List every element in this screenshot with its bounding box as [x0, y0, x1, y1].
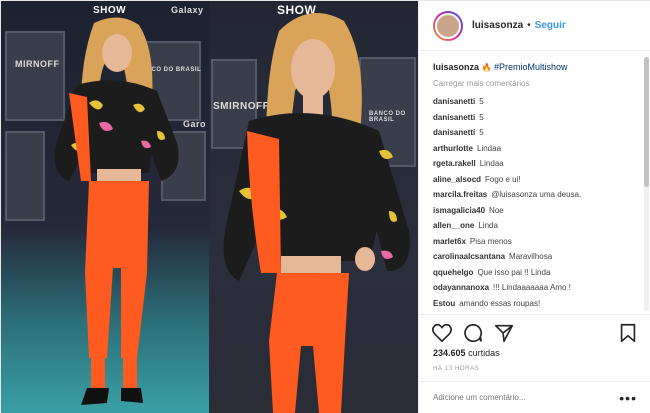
- comment-row: odayannanoxa !!! Lindaaaaaaa Amo !: [433, 280, 629, 296]
- comment-username[interactable]: qquehelgo: [433, 268, 473, 277]
- photo-right-panel: SMIRNOFF BANCO DO BRASIL SHOW: [209, 1, 418, 413]
- comment-username[interactable]: danisanetti: [433, 113, 475, 122]
- comment-row: danisanetti 5: [433, 94, 629, 110]
- comment-username[interactable]: odayannanoxa: [433, 283, 489, 292]
- scrollbar-thumb[interactable]: [644, 57, 649, 187]
- comment-text: 5: [479, 128, 484, 137]
- comment-username[interactable]: marlet6x: [433, 237, 466, 246]
- follow-button[interactable]: Seguir: [535, 20, 566, 31]
- comment-text: Lindaa: [477, 143, 502, 153]
- comment-row: arthurlotte Lindaa: [433, 141, 629, 157]
- comment-row: marcila.freitas @luisasonza uma deusa.: [433, 187, 629, 203]
- likes-count[interactable]: 234.605 curtidas: [433, 348, 500, 358]
- comment-row: aline_alsocd Fogo e ui!: [433, 172, 629, 188]
- heart-icon[interactable]: [431, 322, 453, 344]
- comment-username[interactable]: carolinaalcsantana: [433, 252, 505, 261]
- caption: luisasonza 🔥 #PremioMultishow: [433, 62, 629, 72]
- comment-icon[interactable]: [462, 322, 484, 344]
- post-header: luisasonza • Seguir: [419, 1, 650, 51]
- add-comment-input[interactable]: [433, 393, 620, 402]
- comment-text: !!! Lindaaaaaaa Amo !: [493, 283, 571, 292]
- avatar-image: [435, 12, 461, 39]
- caption-hashtag[interactable]: #PremioMultishow: [494, 62, 568, 72]
- share-icon[interactable]: [493, 322, 515, 344]
- comment-text: 5: [479, 112, 484, 122]
- comments-scrollbar[interactable]: [644, 57, 649, 311]
- comment-row: qquehelgo Que isso pai !! Linda: [433, 265, 629, 281]
- comment-text: @luisasonza uma deusa.: [491, 190, 582, 199]
- comment-row: marlet6x Pisa menos: [433, 234, 629, 250]
- photo-left-panel: SHOW Galaxy MIRNOFF BANCO DO BRASIL Garo: [1, 1, 209, 413]
- flame-icon: 🔥: [481, 63, 492, 72]
- post-photo[interactable]: SHOW Galaxy MIRNOFF BANCO DO BRASIL Garo: [1, 1, 418, 413]
- comment-row: allen__one Linda: [433, 218, 629, 234]
- comment-row: ismagalicia40 Noe: [433, 203, 629, 219]
- add-comment-bar: •••: [419, 381, 650, 413]
- load-more-comments[interactable]: Carregar mais comentários: [433, 79, 629, 88]
- comment-username[interactable]: rgeta.rakell: [433, 159, 476, 168]
- comment-text: Que isso pai !! Linda: [477, 267, 551, 277]
- action-bar: [419, 314, 650, 350]
- comment-username[interactable]: arthurlotte: [433, 144, 473, 153]
- header-separator: •: [527, 20, 531, 31]
- comment-username[interactable]: allen__one: [433, 221, 474, 230]
- comment-row: Estou amando essas roupas!: [433, 296, 629, 312]
- comment-text: amando essas roupas!: [459, 298, 541, 308]
- post-sidebar: luisasonza • Seguir luisasonza 🔥 #Premio…: [418, 1, 650, 413]
- post-timestamp: HÁ 13 HORAS: [433, 366, 480, 372]
- comment-username[interactable]: aline_alsocd: [433, 175, 481, 184]
- caption-username[interactable]: luisasonza: [433, 62, 479, 72]
- comment-text: Maravilhosa: [509, 252, 553, 261]
- comment-username[interactable]: Estou: [433, 299, 455, 308]
- comment-row: danisanetti 5: [433, 125, 629, 141]
- likes-label: curtidas: [468, 348, 500, 358]
- more-options-icon[interactable]: •••: [619, 390, 637, 406]
- comment-text: 5: [479, 97, 484, 106]
- bookmark-icon[interactable]: [617, 322, 639, 344]
- avatar[interactable]: [433, 10, 463, 41]
- comment-text: Fogo e ui!: [485, 174, 521, 184]
- instagram-post: SHOW Galaxy MIRNOFF BANCO DO BRASIL Garo: [0, 0, 650, 413]
- comment-row: carolinaalcsantana Maravilhosa: [433, 249, 629, 265]
- comment-username[interactable]: marcila.freitas: [433, 190, 487, 199]
- comment-username[interactable]: danisanetti: [433, 128, 475, 137]
- likes-number: 234.605: [433, 348, 466, 358]
- person-figure-left: [54, 17, 179, 405]
- header-username[interactable]: luisasonza: [472, 20, 523, 31]
- comment-text: Lindaa: [479, 159, 504, 168]
- comments-list[interactable]: luisasonza 🔥 #PremioMultishow Carregar m…: [419, 52, 643, 314]
- comment-row: rgeta.rakell Lindaa: [433, 156, 629, 172]
- comment-text: Pisa menos: [469, 236, 512, 246]
- person-figure-right: [223, 13, 410, 413]
- comment-username[interactable]: ismagalicia40: [433, 206, 485, 215]
- comment-username[interactable]: danisanetti: [433, 97, 475, 106]
- comment-text: Linda: [478, 221, 498, 230]
- comment-text: Noe: [489, 205, 504, 215]
- comment-row: danisanetti 5: [433, 110, 629, 126]
